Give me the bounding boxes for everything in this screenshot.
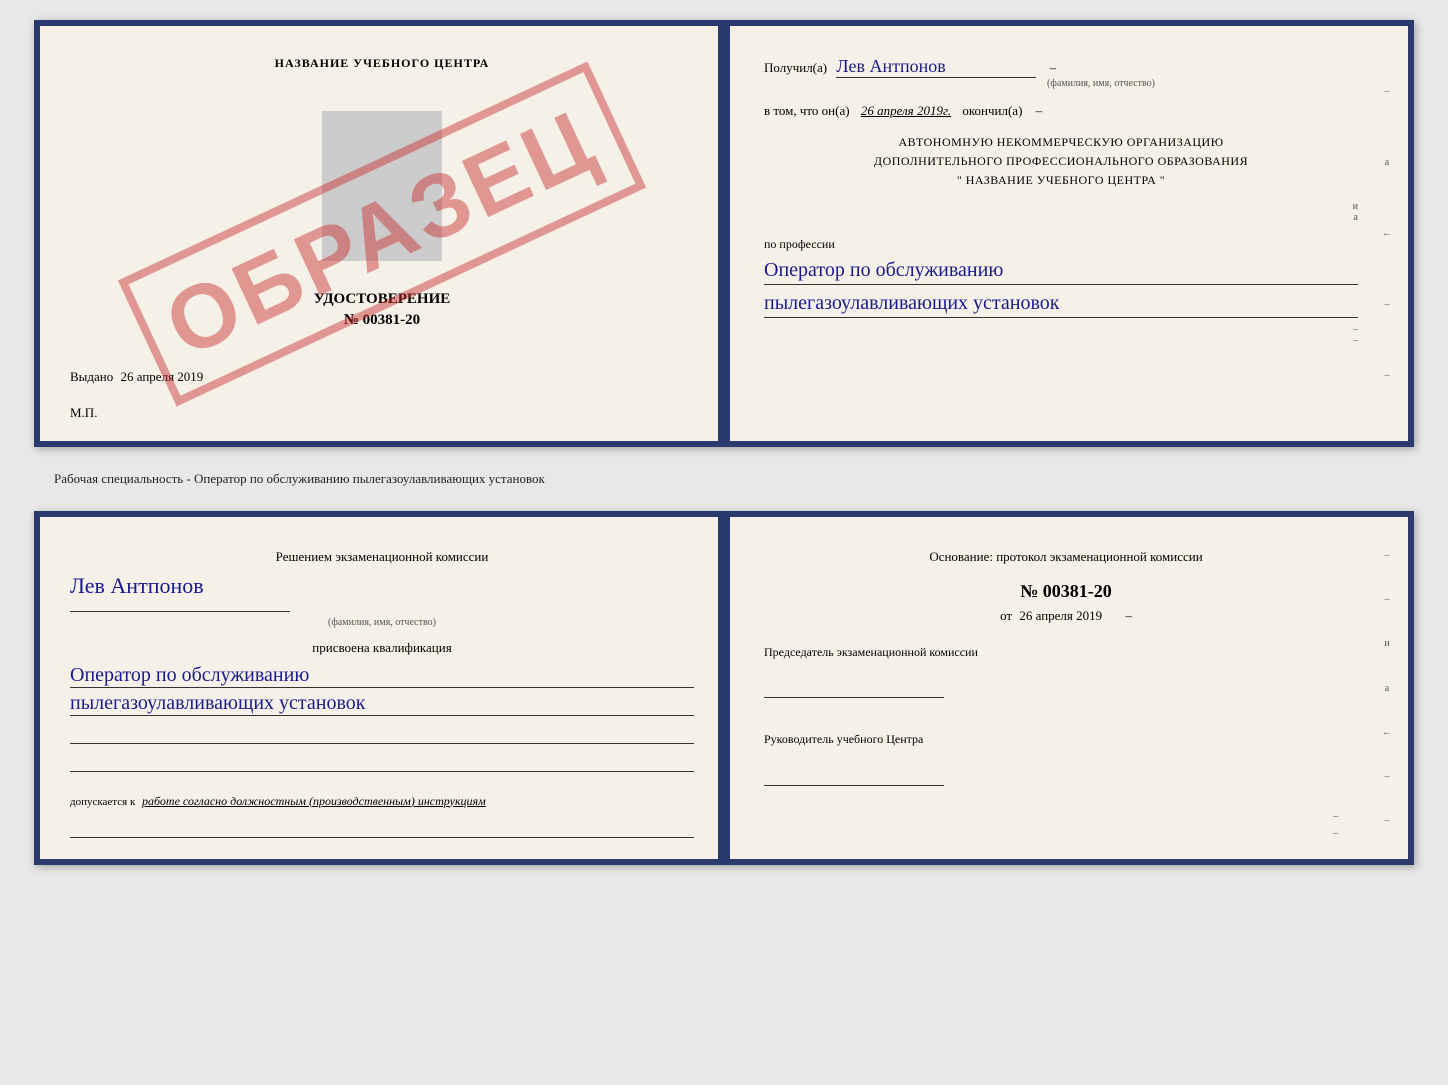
issued-date: 26 апреля 2019 [121, 369, 204, 384]
top-document: НАЗВАНИЕ УЧЕБНОГО ЦЕНТРА ОБРАЗЕЦ УДОСТОВ… [34, 20, 1414, 447]
date-completed: 26 апреля 2019г. [861, 103, 951, 118]
name-subtext-bottom: (фамилия, имя, отчество) [70, 617, 694, 628]
bottom-spine [718, 517, 730, 859]
director-signature [764, 762, 944, 786]
org-name-block: АВТОНОМНУЮ НЕКОММЕРЧЕСКУЮ ОРГАНИЗАЦИЮ ДО… [764, 133, 1358, 191]
chairman-block: Председатель экзаменационной комиссии [764, 644, 1368, 714]
certificate-label: УДОСТОВЕРЕНИЕ [314, 291, 451, 308]
top-right-panel: – а ← – – Получил(а) Лев Антпонов – (фам… [724, 26, 1408, 441]
protocol-date: 26 апреля 2019 [1019, 608, 1102, 623]
org-line1: АВТОНОМНУЮ НЕКОММЕРЧЕСКУЮ ОРГАНИЗАЦИЮ [764, 133, 1358, 152]
org-line3: " НАЗВАНИЕ УЧЕБНОГО ЦЕНТРА " [764, 171, 1358, 190]
issued-label: Выдано [70, 369, 113, 384]
separator-text: Рабочая специальность - Оператор по обсл… [34, 463, 1414, 495]
commission-heading: Решением экзаменационной комиссии [70, 547, 694, 567]
name-subtext-top: (фамилия, имя, отчество) [844, 78, 1358, 89]
right-side-marks: – а ← – – [1372, 26, 1402, 441]
profession-label: по профессии [764, 237, 1358, 252]
protocol-number: № 00381-20 [764, 581, 1368, 602]
qualification-line2: пылегазоулавливающих установок [70, 692, 694, 716]
bottom-right-panel: – – и а ← – – Основание: протокол экзаме… [724, 517, 1408, 859]
bottom-left-panel: Решением экзаменационной комиссии Лев Ан… [40, 517, 724, 859]
in-that-label: в том, что он(а) [764, 103, 850, 118]
profession-line1: Оператор по обслуживанию [764, 256, 1358, 285]
qualification-line1: Оператор по обслуживанию [70, 664, 694, 688]
received-field: Получил(а) Лев Антпонов – (фамилия, имя,… [764, 56, 1358, 89]
person-name-bottom: Лев Антпонов [70, 573, 204, 598]
director-label: Руководитель учебного Центра [764, 731, 1368, 748]
assigned-label: присвоена квалификация [70, 640, 694, 656]
date-prefix: от [1000, 608, 1012, 623]
allow-field: допускается к работе согласно должностны… [70, 792, 694, 811]
protocol-date-line: от 26 апреля 2019 – [764, 608, 1368, 624]
completion-field: в том, что он(а) 26 апреля 2019г. окончи… [764, 103, 1358, 119]
training-center-title: НАЗВАНИЕ УЧЕБНОГО ЦЕНТРА [275, 56, 490, 71]
person-name-top: Лев Антпонов [836, 56, 1036, 78]
profession-line2: пылегазоулавливающих установок [764, 289, 1358, 318]
issued-info: Выдано 26 апреля 2019 [70, 369, 694, 385]
director-block: Руководитель учебного Центра [764, 731, 1368, 801]
chairman-label: Председатель экзаменационной комиссии [764, 644, 1368, 661]
chairman-signature [764, 674, 944, 698]
mp-label: М.П. [70, 405, 97, 421]
org-line2: ДОПОЛНИТЕЛЬНОГО ПРОФЕССИОНАЛЬНОГО ОБРАЗО… [764, 152, 1358, 171]
spine [718, 26, 730, 441]
allow-prefix: допускается к [70, 796, 135, 808]
received-label: Получил(а) [764, 60, 827, 75]
completed-label: окончил(а) [962, 103, 1022, 118]
top-left-panel: НАЗВАНИЕ УЧЕБНОГО ЦЕНТРА ОБРАЗЕЦ УДОСТОВ… [40, 26, 724, 441]
basis-label: Основание: протокол экзаменационной коми… [764, 547, 1368, 567]
allow-text: работе согласно должностным (производств… [142, 794, 486, 808]
bottom-document: Решением экзаменационной комиссии Лев Ан… [34, 511, 1414, 865]
certificate-number: № 00381-20 [314, 312, 451, 329]
photo-placeholder [322, 111, 442, 261]
right-side-marks-bottom: – – и а ← – – [1372, 517, 1402, 859]
